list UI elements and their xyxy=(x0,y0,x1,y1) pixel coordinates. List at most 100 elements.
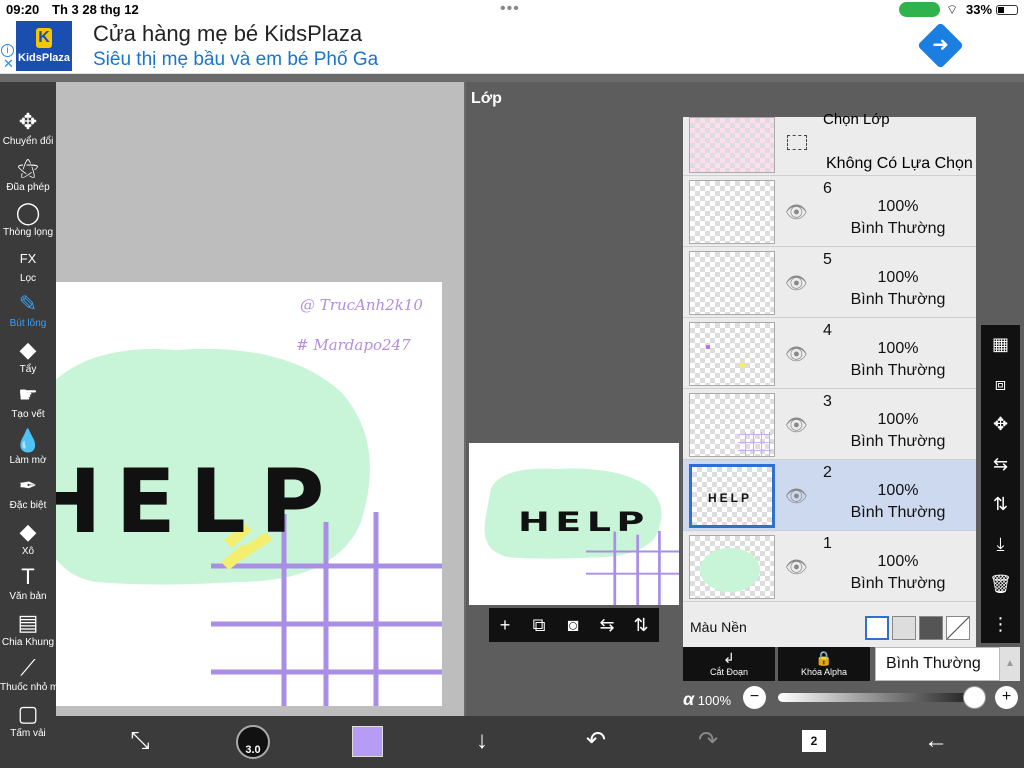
bg-checker-swatch[interactable] xyxy=(892,616,916,640)
merge-down-icon[interactable]: ⤓ xyxy=(981,529,1020,559)
brush-size-button[interactable]: 3.0 xyxy=(236,725,270,759)
kidsplaza-logo: K KidsPlaza xyxy=(16,21,72,71)
layer-list[interactable]: Chọn Lớp Không Có Lựa Chọn 👁 6 100% Bình Th… xyxy=(683,111,976,647)
tool-eyedropper[interactable]: ⟋ Thuốc nhỏ mắt xyxy=(0,654,67,699)
layer-row-2[interactable]: HELP 👁 2 100% Bình Thường xyxy=(683,460,976,531)
visibility-eye-icon[interactable]: 👁 xyxy=(785,415,808,436)
trash-icon[interactable]: 🗑 xyxy=(981,569,1020,599)
visibility-eye-icon[interactable]: 👁 xyxy=(785,273,808,294)
camera-icon[interactable]: ◙ xyxy=(561,614,585,636)
duplicate-layer-icon[interactable]: ⧉ xyxy=(527,614,551,636)
preview-artwork: HELP xyxy=(484,468,679,605)
smudge-icon: ☛ xyxy=(18,382,38,407)
transform-layer-icon[interactable]: ⧈ xyxy=(981,369,1020,399)
tool-magic-wand[interactable]: ⚝ Đũa phép xyxy=(0,154,56,199)
back-arrow-icon[interactable]: ← xyxy=(916,726,956,756)
layer-number: 3 xyxy=(823,393,832,410)
alpha-lock-button[interactable]: 🔒 Khóa Alpha xyxy=(778,647,870,681)
rotate-flip-icon[interactable]: ⇅ xyxy=(981,489,1020,519)
layer-row-6[interactable]: 👁 6 100% Bình Thường xyxy=(683,176,976,247)
fill-bucket-icon: ◆ xyxy=(19,518,37,544)
layer-opacity: 100% xyxy=(877,553,919,570)
status-date: Th 3 28 thg 12 xyxy=(52,2,139,17)
alpha-plus-button[interactable]: + xyxy=(995,686,1018,709)
color-swatch-button[interactable] xyxy=(352,726,383,757)
visibility-eye-icon[interactable]: 👁 xyxy=(785,486,808,507)
status-time: 09:20 xyxy=(6,2,40,17)
layer-blend-mode: Bình Thường xyxy=(850,504,946,521)
visibility-eye-icon[interactable]: 👁 xyxy=(785,202,808,223)
layer-number: 2 xyxy=(823,464,832,481)
frame-divider-icon: ▤ xyxy=(17,609,39,635)
selection-header: Chọn Lớp xyxy=(823,111,890,128)
undo-icon[interactable]: ↶ xyxy=(576,726,616,756)
alpha-slider[interactable] xyxy=(778,693,986,702)
tool-label: Làm mờ xyxy=(9,454,47,466)
blend-mode-select[interactable]: Bình Thường xyxy=(875,647,1000,681)
ad-title[interactable]: Cửa hàng mẹ bé KidsPlaza xyxy=(93,21,362,47)
flip-vertical-icon[interactable]: ⇅ xyxy=(629,614,653,636)
layer-row-1[interactable]: 👁 1 100% Bình Thường xyxy=(683,531,976,602)
tool-eraser[interactable]: ◆ Tẩy xyxy=(0,336,56,381)
tool-text[interactable]: T Văn bản xyxy=(0,563,56,608)
tool-fill-bucket[interactable]: ◆ Xô xyxy=(0,518,56,563)
call-indicator-icon[interactable] xyxy=(899,2,940,17)
tool-brush[interactable]: ✎ Bút lông xyxy=(0,290,56,335)
tool-canvas[interactable]: ▢ Tấm vải xyxy=(0,700,56,745)
checker-icon[interactable]: ▦ xyxy=(981,329,1020,359)
blend-mode-arrow-icon[interactable]: ▲ xyxy=(1000,647,1020,681)
alpha-minus-button[interactable]: − xyxy=(743,686,766,709)
tool-blur-drop[interactable]: 💧 Làm mờ xyxy=(0,427,56,472)
layer-opacity: 100% xyxy=(877,411,919,428)
alpha-slider-handle[interactable] xyxy=(963,686,986,709)
visibility-eye-icon[interactable]: 👁 xyxy=(785,344,808,365)
tool-smudge[interactable]: ☛ Tạo vết xyxy=(0,381,56,426)
bg-white-swatch[interactable] xyxy=(865,616,889,640)
layer-count: 2 xyxy=(810,734,818,748)
bg-none-swatch[interactable] xyxy=(946,616,970,640)
multitask-dots-icon[interactable]: ••• xyxy=(500,0,520,18)
artwork: HELP @ TrucAnh2k10 # Mardapo247 xyxy=(56,296,442,706)
eraser-icon: ◆ xyxy=(19,336,37,362)
background-color-row[interactable]: Màu Nền xyxy=(683,609,976,647)
down-arrow-icon[interactable]: ↓ xyxy=(462,726,502,756)
tool-label: Tấm vải xyxy=(10,727,46,739)
move-layer-icon[interactable]: ✥ xyxy=(981,409,1020,439)
tool-frame-divider[interactable]: ▤ Chia Khung xyxy=(0,609,56,654)
more-options-icon[interactable]: ⋮ xyxy=(981,609,1020,639)
add-layer-icon[interactable]: + xyxy=(493,614,517,636)
tool-label: Thòng lọng xyxy=(2,227,54,238)
layer-row-3[interactable]: 👁 3 100% Bình Thường xyxy=(683,389,976,460)
eyedropper-icon: ⟋ xyxy=(20,655,36,680)
ad-banner[interactable]: i ✕ K KidsPlaza Cửa hàng mẹ bé KidsPlaza … xyxy=(0,20,1024,74)
clip-button[interactable]: ↲ Cắt Đoạn xyxy=(683,647,775,681)
selection-thumb xyxy=(689,117,775,173)
canvas-preview[interactable]: HELP xyxy=(469,443,679,605)
tool-special-pen[interactable]: ✒ Đặc biệt xyxy=(0,472,56,517)
battery-icon xyxy=(996,5,1018,15)
ad-close-icon[interactable]: ✕ xyxy=(3,56,14,72)
redo-icon[interactable]: ↷ xyxy=(688,726,728,756)
layer-opacity: 100% xyxy=(877,198,919,215)
turn-arrow-icon: ➜ xyxy=(932,34,949,56)
tool-move[interactable]: ✥ Chuyển đổi xyxy=(0,108,56,153)
wifi-icon: ⌔ xyxy=(946,2,959,17)
visibility-eye-icon[interactable]: 👁 xyxy=(785,557,808,578)
bg-dark-swatch[interactable] xyxy=(919,616,943,640)
layer-count-button[interactable]: 2 xyxy=(802,730,826,752)
flip-horizontal-icon[interactable]: ⇆ xyxy=(595,614,619,636)
layer-row-5[interactable]: 👁 5 100% Bình Thường xyxy=(683,247,976,318)
transform-tool-icon[interactable]: ⤡ xyxy=(120,726,160,756)
selection-layer-row[interactable]: Chọn Lớp Không Có Lựa Chọn xyxy=(683,111,976,176)
alpha-readout: α 100% xyxy=(683,689,731,710)
ad-subtitle[interactable]: Siêu thị mẹ bầu và em bé Phố Ga xyxy=(93,49,378,71)
alpha-value: 100% xyxy=(697,693,732,708)
ad-directions-button[interactable]: ➜ xyxy=(917,22,964,69)
tool-fx[interactable]: FX Lọc xyxy=(0,245,56,290)
layer-row-4[interactable]: 👁 4 100% Bình Thường xyxy=(683,318,976,389)
layer-opacity: 100% xyxy=(877,482,919,499)
layer-blend-mode: Bình Thường xyxy=(850,362,946,379)
flip-icon[interactable]: ⇆ xyxy=(981,449,1020,479)
tool-lasso[interactable]: ◯ Thòng lọng xyxy=(0,199,56,244)
drawing-canvas[interactable]: HELP @ TrucAnh2k10 # Mardapo247 xyxy=(56,282,442,706)
